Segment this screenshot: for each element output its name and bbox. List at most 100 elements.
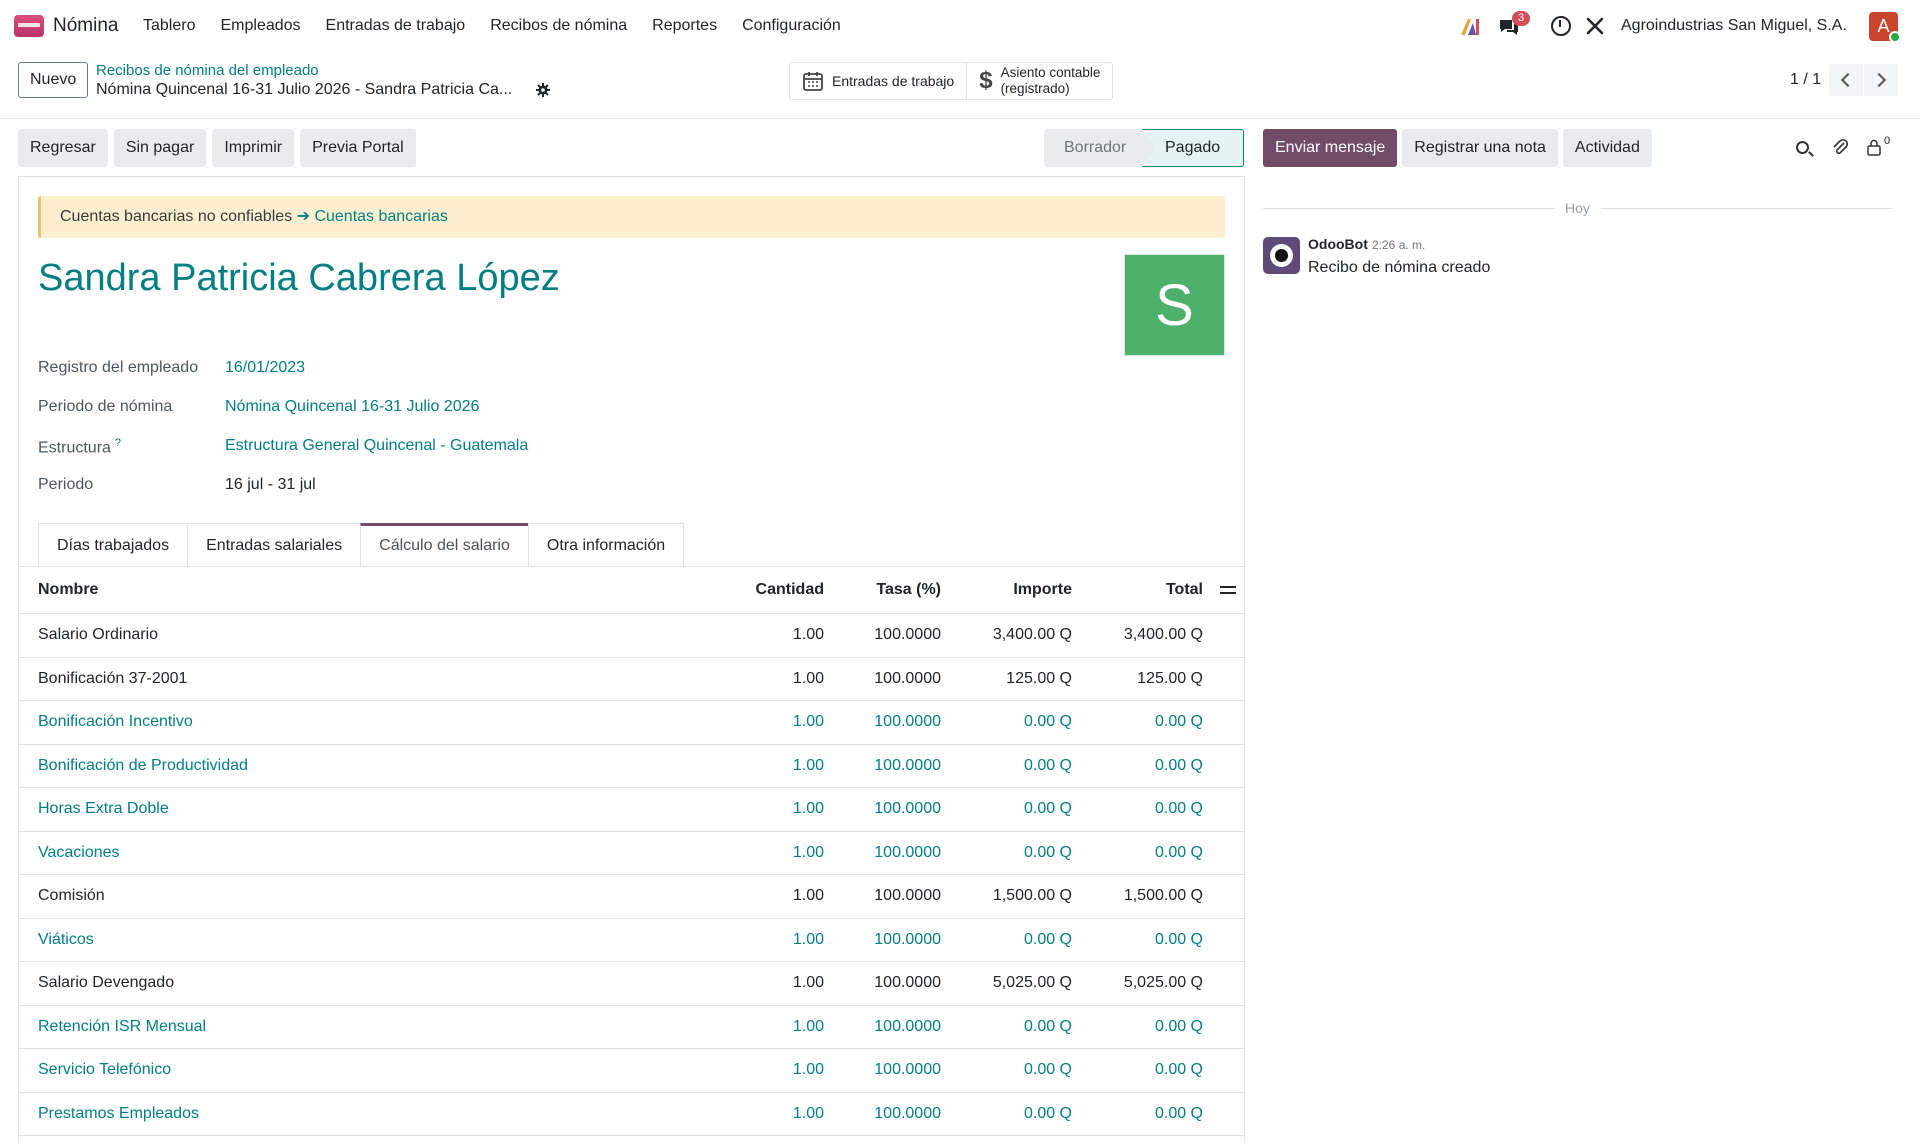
bank-account-alert: Cuentas bancarias no confiables ➔ Cuenta… <box>38 196 1225 238</box>
menu-item-recibos-nomina[interactable]: Recibos de nómina <box>490 17 627 35</box>
header-cantidad[interactable]: Cantidad <box>704 566 824 614</box>
table-row[interactable]: Servicio Telefónico 1.00 100.0000 0.00 Q 0.0… <box>19 1048 1244 1093</box>
registro-value[interactable]: 16/01/2023 <box>225 359 305 377</box>
journal-entry-label: Asiento contable <box>1000 65 1101 80</box>
activity-clock-icon[interactable] <box>1551 16 1571 36</box>
breadcrumb-parent[interactable]: Recibos de nómina del empleado <box>96 62 319 79</box>
cell-tasa: 100.0000 <box>824 744 941 788</box>
app-name[interactable]: Nómina <box>53 15 118 37</box>
cell-tasa: 100.0000 <box>824 874 941 919</box>
table-row[interactable]: Vacaciones 1.00 100.0000 0.00 Q 0.00 Q <box>19 831 1244 875</box>
cell-importe: 0.00 Q <box>941 1048 1072 1093</box>
stage-borrador[interactable]: Borrador <box>1044 129 1142 167</box>
activity-button[interactable]: Actividad <box>1562 129 1652 167</box>
send-message-button[interactable]: Enviar mensaje <box>1263 129 1398 167</box>
table-row[interactable]: Bonificación de Productividad 1.00 100.000… <box>19 744 1244 788</box>
cell-total: 125.00 Q <box>1072 657 1203 701</box>
journal-entry-status: (registrado) <box>1000 81 1070 96</box>
menu-item-entradas-trabajo[interactable]: Entradas de trabajo <box>326 17 466 35</box>
imprimir-button[interactable]: Imprimir <box>212 129 295 167</box>
followers-count: 0 <box>1884 135 1891 147</box>
followers-icon[interactable] <box>1867 139 1881 156</box>
message-time: 2:26 a. m. <box>1372 238 1426 252</box>
cell-importe: 125.00 Q <box>941 657 1072 701</box>
cell-tasa: 100.0000 <box>824 787 941 832</box>
cell-total: 0.00 Q <box>1072 744 1203 788</box>
cell-tasa: 100.0000 <box>824 1005 941 1049</box>
header-total[interactable]: Total <box>1072 566 1203 614</box>
tab-otra-informacion[interactable]: Otra información <box>527 523 685 567</box>
cell-name: Salario Ordinario <box>19 613 704 658</box>
cell-importe: 3,400.00 Q <box>941 613 1072 658</box>
odoobot-avatar[interactable] <box>1263 237 1300 274</box>
work-entries-smart-button[interactable]: Entradas de trabajo <box>790 63 966 99</box>
breadcrumb-current: Nómina Quincenal 16-31 Julio 2026 - Sand… <box>96 81 513 98</box>
salary-lines-table: Nombre Cantidad Tasa (%) Importe Total S… <box>19 566 1244 1136</box>
stage-pagado[interactable]: Pagado <box>1142 129 1244 167</box>
table-row[interactable]: Bonificación Incentivo 1.00 100.0000 0.00 Q… <box>19 700 1244 745</box>
table-row[interactable]: Retención ISR Mensual 1.00 100.0000 0.00 Q0… <box>19 1005 1244 1049</box>
periodo-value[interactable]: 16 jul - 31 jul <box>225 476 316 494</box>
cell-cantidad: 1.00 <box>704 1092 824 1136</box>
bank-accounts-link[interactable]: ➔ Cuentas bancarias <box>297 208 448 225</box>
pager-next-button[interactable] <box>1864 64 1898 96</box>
company-switcher[interactable]: Agroindustrias San Miguel, S.A. <box>1621 17 1847 35</box>
header-nombre[interactable]: Nombre <box>19 566 704 614</box>
date-separator: Hoy <box>1263 199 1893 217</box>
tab-calculo-salario[interactable]: Cálculo del salario <box>360 523 529 567</box>
table-row[interactable]: Comisión 1.00 100.0000 1,500.00 Q 1,500.00 Q <box>19 874 1244 919</box>
menu-item-tablero[interactable]: Tablero <box>143 17 195 35</box>
tools-icon[interactable] <box>1585 16 1605 36</box>
cell-name: Retención ISR Mensual <box>19 1005 704 1049</box>
periodo-nomina-value[interactable]: Nómina Quincenal 16-31 Julio 2026 <box>225 398 479 416</box>
sliders-icon <box>1220 583 1236 597</box>
table-row[interactable]: Salario Ordinario 1.00 100.0000 3,400.00 Q3… <box>19 613 1244 658</box>
previa-portal-button[interactable]: Previa Portal <box>300 129 416 167</box>
employee-name[interactable]: Sandra Patricia Cabrera López <box>38 257 560 300</box>
tab-entradas-salariales[interactable]: Entradas salariales <box>187 523 362 567</box>
log-note-button[interactable]: Registrar una nota <box>1402 129 1558 167</box>
table-row[interactable]: Salario Devengado 1.00 100.0000 5,025.00 Q5… <box>19 961 1244 1006</box>
cell-name: Viáticos <box>19 918 704 962</box>
cell-cantidad: 1.00 <box>704 744 824 788</box>
control-panel: Nuevo Recibos de nómina del empleado Nóm… <box>0 53 1920 119</box>
sin-pagar-button[interactable]: Sin pagar <box>113 129 207 167</box>
optional-columns-toggle[interactable] <box>1203 566 1244 614</box>
table-row[interactable]: Bonificación 37-2001 1.00 100.0000 125.00 Q… <box>19 657 1244 701</box>
gear-icon[interactable] <box>536 83 550 97</box>
help-icon[interactable]: ? <box>115 437 121 449</box>
table-row[interactable]: Prestamos Empleados 1.00 100.0000 0.00 Q 0.0… <box>19 1092 1244 1136</box>
regresar-button[interactable]: Regresar <box>18 129 108 167</box>
form-tabs: Días trabajados Entradas salariales Cálc… <box>38 523 685 567</box>
pager-previous-button[interactable] <box>1829 64 1863 96</box>
form-action-buttons: Regresar Sin pagar Imprimir Previa Porta… <box>18 129 416 167</box>
cell-total: 1,500.00 Q <box>1072 874 1203 919</box>
tab-dias-trabajados[interactable]: Días trabajados <box>38 523 189 567</box>
pager-value[interactable]: 1 / 1 <box>1790 71 1821 89</box>
new-button[interactable]: Nuevo <box>18 62 89 98</box>
message-author[interactable]: OdooBot <box>1308 236 1368 252</box>
work-entries-label: Entradas de trabajo <box>832 73 955 89</box>
table-row[interactable]: Viáticos 1.00 100.0000 0.00 Q 0.00 Q <box>19 918 1244 962</box>
ai-icon[interactable] <box>1459 17 1481 37</box>
payroll-app-icon[interactable] <box>14 15 44 37</box>
smart-buttons: Entradas de trabajo $ Asiento contable (… <box>789 62 1114 100</box>
estructura-value[interactable]: Estructura General Quincenal - Guatemala <box>225 437 528 455</box>
table-row[interactable]: Horas Extra Doble 1.00 100.0000 0.00 Q 0.00 … <box>19 787 1244 832</box>
header-tasa[interactable]: Tasa (%) <box>824 566 941 614</box>
cell-name: Servicio Telefónico <box>19 1048 704 1093</box>
cell-total: 0.00 Q <box>1072 787 1203 832</box>
menu-item-reportes[interactable]: Reportes <box>652 17 717 35</box>
messages-badge: 3 <box>1512 11 1531 26</box>
registro-label: Registro del empleado <box>38 359 199 376</box>
search-icon[interactable] <box>1796 141 1809 154</box>
cell-total: 0.00 Q <box>1072 1005 1203 1049</box>
employee-avatar[interactable]: S <box>1124 254 1225 356</box>
menu-item-configuracion[interactable]: Configuración <box>742 17 841 35</box>
header-importe[interactable]: Importe <box>941 566 1072 614</box>
paperclip-icon[interactable] <box>1832 138 1848 156</box>
cell-cantidad: 1.00 <box>704 918 824 962</box>
cell-importe: 0.00 Q <box>941 1005 1072 1049</box>
journal-entry-smart-button[interactable]: $ Asiento contable (registrado) <box>966 63 1112 99</box>
menu-item-empleados[interactable]: Empleados <box>220 17 300 35</box>
